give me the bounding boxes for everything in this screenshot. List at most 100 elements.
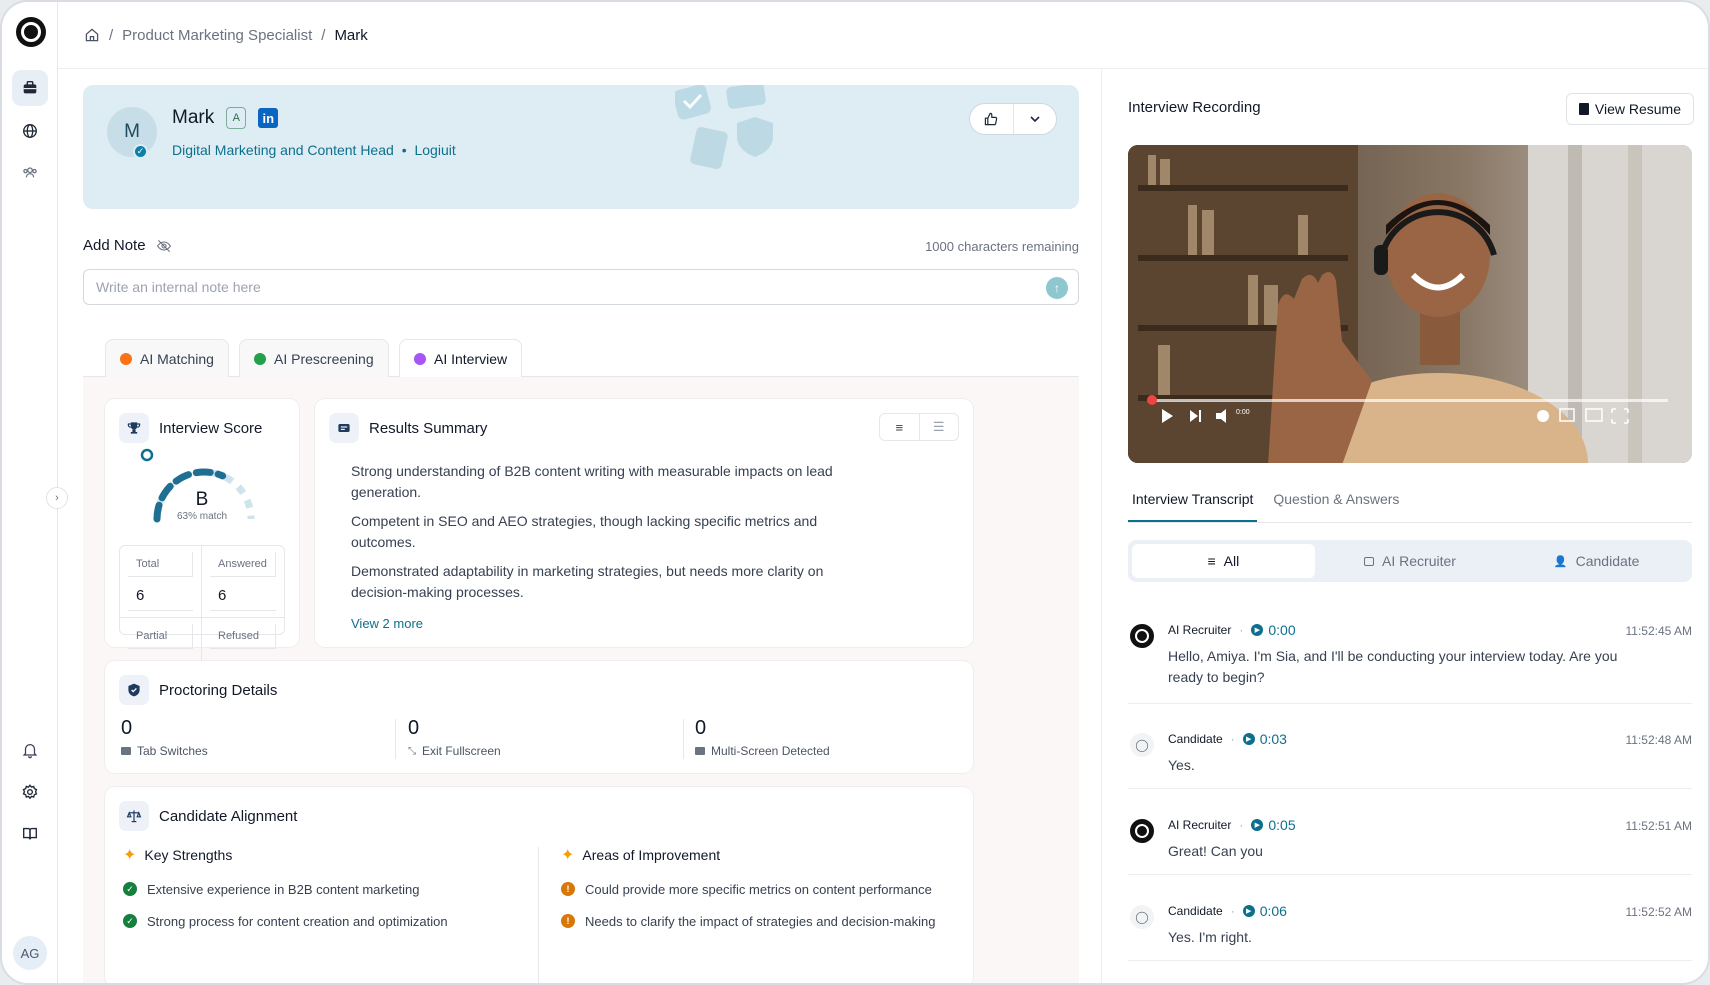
scale-icon (119, 801, 149, 831)
tab-ai-matching[interactable]: AI Matching (105, 339, 229, 377)
filter-ai-recruiter[interactable]: AI Recruiter (1319, 544, 1502, 578)
compact-view-button[interactable]: ☰ (920, 414, 959, 440)
message-text: Yes. (1168, 757, 1195, 773)
divider (538, 847, 539, 983)
shield-icon (119, 675, 149, 705)
tab-label: AI Prescreening (274, 350, 374, 367)
eye-off-icon[interactable] (156, 238, 172, 254)
globe-icon (23, 124, 37, 138)
sidebar-expand-button[interactable]: › (46, 487, 68, 509)
globe-nav-button[interactable] (12, 113, 48, 149)
card-title: Results Summary (369, 419, 488, 437)
tab-interview-transcript[interactable]: Interview Transcript (1128, 483, 1258, 522)
mic-icon (414, 353, 426, 365)
tab-switches-stat: 0 Tab Switches (121, 717, 208, 758)
speaker-name: Candidate (1168, 904, 1223, 918)
breadcrumb: / Product Marketing Specialist / Mark (58, 2, 1708, 69)
stat-total: Total 6 (120, 546, 202, 618)
list-view-button[interactable]: ≡ (880, 414, 920, 440)
card-title: Proctoring Details (159, 681, 278, 699)
robot-icon (1364, 556, 1375, 566)
timestamp-play-button[interactable]: ▶ 0:05 (1251, 817, 1296, 833)
speaker-name: AI Recruiter (1168, 623, 1232, 637)
card-header: Proctoring Details (119, 675, 277, 705)
candidate-avatar-icon: ◯ (1130, 733, 1154, 757)
note-placeholder: Write an internal note here (96, 279, 261, 295)
card-header: Results Summary (329, 413, 487, 443)
proctoring-card: Proctoring Details 0 Tab Switches 0 ⤡ Exi… (105, 661, 973, 773)
card-title: Candidate Alignment (159, 807, 298, 825)
summary-item: Competent in SEO and AEO strategies, tho… (351, 513, 818, 550)
score-match: 63% match (176, 511, 228, 522)
list-icon (329, 413, 359, 443)
timestamp-play-button[interactable]: ▶ 0:06 (1242, 903, 1287, 919)
score-stats: Total6 Answered6 Partial0 Refused0 (119, 545, 285, 689)
divider (395, 719, 396, 759)
speaker-name: Candidate (1168, 732, 1223, 746)
tab-label: AI Matching (140, 350, 214, 367)
analysis-tabs: AI Matching AI Prescreening AI Interview (83, 339, 1079, 378)
message-time: 11:52:45 AM (1625, 624, 1693, 638)
book-icon (23, 827, 37, 840)
areas-of-improvement: ✦ Areas of Improvement ! Could provide mo… (561, 845, 961, 937)
more-actions-dropdown[interactable] (1014, 104, 1057, 134)
timestamp-play-button[interactable]: ▶ 0:03 (1242, 731, 1287, 747)
document-icon (1578, 103, 1589, 115)
message-text: Hello, Amiya. I'm Sia, and I'll be condu… (1168, 648, 1618, 685)
settings-button[interactable] (12, 774, 48, 810)
fullscreen-exit-icon: ⤡ (408, 745, 416, 757)
summary-item: Strong understanding of B2B content writ… (351, 463, 833, 500)
breadcrumb-separator: / (109, 26, 114, 44)
video-player[interactable]: 0:00 (1128, 145, 1692, 463)
ai-recruiter-avatar-icon (1130, 819, 1154, 843)
transcript-tabs: Interview Transcript Question & Answers (1128, 483, 1692, 523)
filter-all[interactable]: ≡ All (1132, 544, 1315, 578)
team-nav-button[interactable] (12, 154, 48, 190)
video-frame (1128, 145, 1692, 463)
users-icon (23, 167, 37, 178)
message-text: Yes. I'm right. (1168, 929, 1252, 945)
jobs-nav-button[interactable] (12, 70, 48, 106)
thumbs-up-button[interactable] (970, 104, 1014, 134)
transcript-message: ◯ Candidate · ▶ 0:03 11:52:48 AM Yes. (1128, 723, 1692, 789)
chevron-down-icon (1030, 116, 1040, 123)
breadcrumb-job[interactable]: Product Marketing Specialist (122, 27, 312, 44)
multi-screen-stat: 0 Multi-Screen Detected (695, 717, 830, 758)
grade-badge: A (226, 107, 247, 129)
summary-item: Demonstrated adaptability in marketing s… (351, 563, 824, 600)
monitor-icon (695, 747, 705, 755)
view-more-link[interactable]: View 2 more (351, 613, 841, 634)
timestamp-play-button[interactable]: ▶ 0:00 (1251, 622, 1296, 638)
summary-list: Strong understanding of B2B content writ… (351, 461, 841, 642)
note-input[interactable]: Write an internal note here ↑ (83, 269, 1079, 305)
tab-question-answers[interactable]: Question & Answers (1269, 483, 1403, 522)
filter-candidate[interactable]: 👤 Candidate (1505, 544, 1688, 578)
play-icon: ▶ (1242, 905, 1255, 917)
notifications-button[interactable] (12, 732, 48, 768)
home-icon[interactable] (84, 27, 100, 43)
send-note-button[interactable]: ↑ (1046, 277, 1068, 299)
candidate-company[interactable]: Logiuit (414, 142, 455, 158)
bell-icon (22, 743, 38, 759)
divider (683, 719, 684, 759)
decorative-illustration (675, 85, 773, 169)
card-title: Interview Score (159, 419, 263, 437)
sparkle-icon: ✦ (561, 847, 575, 864)
ai-recruiter-avatar-icon (1130, 624, 1154, 648)
strength-item: ✓ Extensive experience in B2B content mar… (123, 873, 513, 905)
view-resume-button[interactable]: View Resume (1565, 93, 1694, 125)
docs-button[interactable] (12, 816, 48, 852)
app-window: AG › / Product Marketing Specialist / Ma… (0, 0, 1710, 985)
app-logo[interactable] (16, 17, 46, 47)
add-note-label: Add Note (83, 237, 172, 254)
tab-ai-interview[interactable]: AI Interview (399, 339, 523, 378)
tab-ai-prescreening[interactable]: AI Prescreening (239, 339, 389, 377)
feedback-actions (969, 103, 1057, 135)
recording-title: Interview Recording (1128, 99, 1261, 116)
linkedin-icon[interactable]: in (258, 108, 279, 128)
browser-tab-icon (121, 747, 131, 755)
message-time: 11:52:48 AM (1625, 733, 1693, 747)
video-time: 0:00 (1236, 409, 1250, 416)
check-circle-icon: ✓ (123, 914, 137, 928)
user-avatar[interactable]: AG (13, 936, 47, 970)
